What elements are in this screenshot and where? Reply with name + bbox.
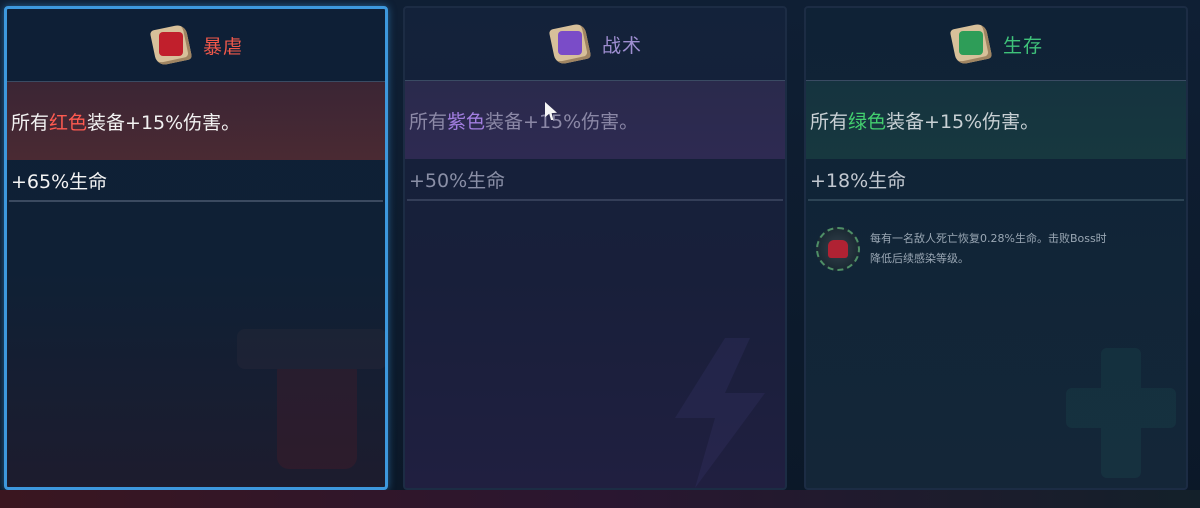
tactics-description: 所有 紫色 装备+15%伤害。 bbox=[405, 81, 785, 159]
survival-trait-icon bbox=[816, 227, 860, 271]
survival-description: 所有 绿色 装备+15%伤害。 bbox=[806, 81, 1186, 159]
cross-watermark-icon bbox=[1066, 348, 1176, 478]
lightning-scroll-icon bbox=[548, 22, 592, 66]
tactics-panel[interactable]: 战术 所有 紫色 装备+15%伤害。 +50%生命 bbox=[403, 6, 787, 490]
lightning-watermark-icon bbox=[675, 338, 765, 488]
desc-color-word: 紫色 bbox=[447, 110, 486, 133]
fist-scroll-icon bbox=[149, 23, 193, 67]
tactics-title: 战术 bbox=[601, 34, 642, 57]
desc-prefix: 所有 bbox=[409, 110, 448, 133]
trait-line-2: 降低后续感染等级。 bbox=[870, 252, 969, 265]
survival-trait-text: 每有一名敌人死亡恢复0.28%生命。击败Boss时 降低后续感染等级。 bbox=[870, 229, 1107, 269]
desc-suffix: 装备+15%伤害。 bbox=[87, 111, 241, 134]
trait-line-1: 每有一名敌人死亡恢复0.28%生命。击败Boss时 bbox=[870, 232, 1107, 245]
fist-watermark-icon bbox=[237, 329, 385, 469]
desc-prefix: 所有 bbox=[11, 111, 50, 134]
survival-health-stat: +18%生命 bbox=[808, 159, 1184, 201]
stat-choice-screen: 暴虐 所有 红色 装备+15%伤害。 +65%生命 战术 所有 紫色 装备+15%伤害。… bbox=[0, 0, 1200, 508]
brutality-header: 暴虐 bbox=[7, 9, 385, 82]
desc-prefix: 所有 bbox=[810, 110, 849, 133]
survival-trait[interactable]: 每有一名敌人死亡恢复0.28%生命。击败Boss时 降低后续感染等级。 bbox=[816, 227, 1176, 271]
brutality-title: 暴虐 bbox=[202, 35, 243, 58]
bottom-edge bbox=[0, 490, 1200, 508]
survival-header: 生存 bbox=[806, 8, 1186, 81]
brutality-description: 所有 红色 装备+15%伤害。 bbox=[7, 82, 385, 160]
desc-color-word: 红色 bbox=[49, 111, 88, 134]
desc-suffix: 装备+15%伤害。 bbox=[886, 110, 1040, 133]
desc-color-word: 绿色 bbox=[848, 110, 887, 133]
brutality-panel[interactable]: 暴虐 所有 红色 装备+15%伤害。 +65%生命 bbox=[4, 6, 388, 490]
tactics-health-stat: +50%生命 bbox=[407, 159, 783, 201]
survival-title: 生存 bbox=[1002, 34, 1043, 57]
survival-panel[interactable]: 生存 所有 绿色 装备+15%伤害。 +18%生命 每有一名敌人死亡恢复0.28%生… bbox=[804, 6, 1188, 490]
tactics-header: 战术 bbox=[405, 8, 785, 81]
cross-scroll-icon bbox=[949, 22, 993, 66]
brutality-health-stat: +65%生命 bbox=[9, 160, 383, 202]
desc-suffix: 装备+15%伤害。 bbox=[485, 110, 639, 133]
